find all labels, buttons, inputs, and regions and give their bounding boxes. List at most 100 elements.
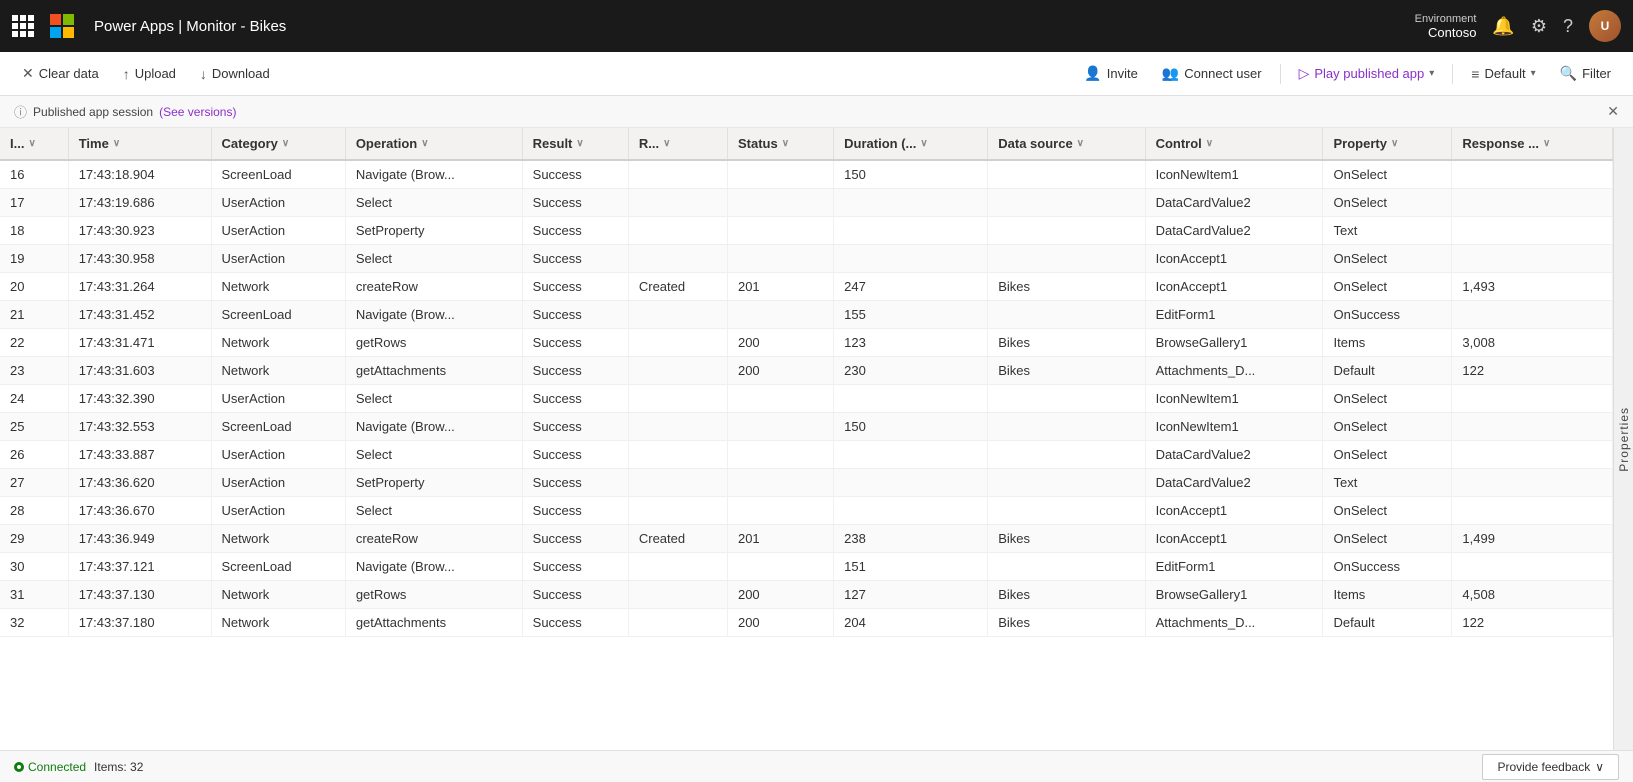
cell-time: 17:43:18.904	[68, 160, 211, 189]
connected-label: Connected	[28, 760, 86, 774]
col-id[interactable]: I...∨	[0, 128, 68, 160]
cell-operation: Navigate (Brow...	[345, 301, 522, 329]
cell-control: BrowseGallery1	[1145, 581, 1323, 609]
settings-icon-btn[interactable]: ⚙	[1531, 16, 1547, 37]
status-bar: Connected Items: 32 Provide feedback ∨	[0, 750, 1633, 782]
table-row[interactable]: 2417:43:32.390UserActionSelectSuccessIco…	[0, 385, 1613, 413]
table-row[interactable]: 2117:43:31.452ScreenLoadNavigate (Brow..…	[0, 301, 1613, 329]
clear-data-button[interactable]: ✕ Clear data	[12, 60, 109, 87]
cell-control: IconAccept1	[1145, 245, 1323, 273]
help-icon-btn[interactable]: ?	[1563, 16, 1573, 37]
data-table-container[interactable]: I...∨ Time∨ Category∨ Operation∨ Result∨…	[0, 128, 1613, 750]
cell-id: 30	[0, 553, 68, 581]
provide-feedback-button[interactable]: Provide feedback ∨	[1482, 754, 1619, 780]
col-response[interactable]: Response ...∨	[1452, 128, 1613, 160]
table-row[interactable]: 3117:43:37.130NetworkgetRowsSuccess20012…	[0, 581, 1613, 609]
table-row[interactable]: 2317:43:31.603NetworkgetAttachmentsSucce…	[0, 357, 1613, 385]
cell-status	[727, 385, 833, 413]
cell-control: IconAccept1	[1145, 273, 1323, 301]
cell-time: 17:43:31.264	[68, 273, 211, 301]
cell-duration	[834, 189, 988, 217]
cell-property: OnSelect	[1323, 497, 1452, 525]
cell-property: OnSelect	[1323, 273, 1452, 301]
cell-duration	[834, 245, 988, 273]
filter-button[interactable]: 🔍 Filter	[1550, 60, 1621, 87]
table-row[interactable]: 1817:43:30.923UserActionSetPropertySucce…	[0, 217, 1613, 245]
table-row[interactable]: 2217:43:31.471NetworkgetRowsSuccess20012…	[0, 329, 1613, 357]
cell-property: Default	[1323, 357, 1452, 385]
cell-operation: SetProperty	[345, 469, 522, 497]
download-button[interactable]: ↓ Download	[190, 61, 280, 87]
cell-result: Success	[522, 441, 628, 469]
cell-datasource	[988, 469, 1145, 497]
col-time[interactable]: Time∨	[68, 128, 211, 160]
table-row[interactable]: 2817:43:36.670UserActionSelectSuccessIco…	[0, 497, 1613, 525]
feedback-chevron-icon: ∨	[1595, 760, 1604, 774]
cell-operation: Select	[345, 189, 522, 217]
toolbar-right: 👤 Invite 👥 Connect user ▷ Play published…	[1074, 60, 1621, 87]
col-duration[interactable]: Duration (...∨	[834, 128, 988, 160]
table-row[interactable]: 1617:43:18.904ScreenLoadNavigate (Brow..…	[0, 160, 1613, 189]
default-button[interactable]: ≡ Default ▾	[1461, 61, 1545, 87]
invite-button[interactable]: 👤 Invite	[1074, 60, 1148, 87]
table-row[interactable]: 2917:43:36.949NetworkcreateRowSuccessCre…	[0, 525, 1613, 553]
cell-operation: Navigate (Brow...	[345, 553, 522, 581]
col-result[interactable]: Result∨	[522, 128, 628, 160]
cell-status: 201	[727, 273, 833, 301]
table-row[interactable]: 2617:43:33.887UserActionSelectSuccessDat…	[0, 441, 1613, 469]
cell-control: IconNewItem1	[1145, 413, 1323, 441]
cell-operation: getRows	[345, 329, 522, 357]
cell-property: Text	[1323, 217, 1452, 245]
cell-control: IconNewItem1	[1145, 385, 1323, 413]
connect-user-button[interactable]: 👥 Connect user	[1152, 60, 1272, 87]
cell-property: OnSelect	[1323, 413, 1452, 441]
waffle-icon[interactable]	[12, 15, 34, 37]
notification-icon-btn[interactable]: 🔔	[1492, 16, 1514, 37]
cell-status	[727, 469, 833, 497]
cell-id: 22	[0, 329, 68, 357]
play-published-app-button[interactable]: ▷ Play published app ▾	[1289, 60, 1445, 87]
info-close-button[interactable]: ✕	[1607, 103, 1619, 120]
cell-operation: Navigate (Brow...	[345, 160, 522, 189]
connection-status: Connected	[14, 760, 86, 774]
col-category[interactable]: Category∨	[211, 128, 345, 160]
cell-operation: createRow	[345, 525, 522, 553]
feedback-label: Provide feedback	[1497, 760, 1590, 774]
properties-panel[interactable]: Properties	[1613, 128, 1633, 750]
cell-id: 21	[0, 301, 68, 329]
cell-property: OnSelect	[1323, 160, 1452, 189]
col-r[interactable]: R...∨	[628, 128, 727, 160]
cell-duration: 123	[834, 329, 988, 357]
avatar[interactable]: U	[1589, 10, 1621, 42]
cell-duration: 238	[834, 525, 988, 553]
cell-response	[1452, 160, 1613, 189]
cell-category: Network	[211, 581, 345, 609]
cell-r	[628, 217, 727, 245]
cell-datasource	[988, 553, 1145, 581]
table-row[interactable]: 2517:43:32.553ScreenLoadNavigate (Brow..…	[0, 413, 1613, 441]
col-property[interactable]: Property∨	[1323, 128, 1452, 160]
cell-control: EditForm1	[1145, 553, 1323, 581]
col-control[interactable]: Control∨	[1145, 128, 1323, 160]
cell-control: IconAccept1	[1145, 525, 1323, 553]
table-row[interactable]: 1917:43:30.958UserActionSelectSuccessIco…	[0, 245, 1613, 273]
cell-status: 200	[727, 609, 833, 637]
col-status[interactable]: Status∨	[727, 128, 833, 160]
see-versions-link[interactable]: (See versions)	[159, 105, 236, 119]
cell-datasource: Bikes	[988, 329, 1145, 357]
table-row[interactable]: 2717:43:36.620UserActionSetPropertySucce…	[0, 469, 1613, 497]
table-row[interactable]: 2017:43:31.264NetworkcreateRowSuccessCre…	[0, 273, 1613, 301]
cell-result: Success	[522, 217, 628, 245]
col-operation[interactable]: Operation∨	[345, 128, 522, 160]
cell-operation: Select	[345, 441, 522, 469]
col-datasource[interactable]: Data source∨	[988, 128, 1145, 160]
cell-time: 17:43:36.949	[68, 525, 211, 553]
table-row[interactable]: 3217:43:37.180NetworkgetAttachmentsSucce…	[0, 609, 1613, 637]
upload-button[interactable]: ↑ Upload	[113, 61, 186, 87]
cell-control: Attachments_D...	[1145, 357, 1323, 385]
cell-datasource	[988, 189, 1145, 217]
cell-time: 17:43:36.620	[68, 469, 211, 497]
env-label: Environment	[1415, 13, 1477, 25]
table-row[interactable]: 1717:43:19.686UserActionSelectSuccessDat…	[0, 189, 1613, 217]
table-row[interactable]: 3017:43:37.121ScreenLoadNavigate (Brow..…	[0, 553, 1613, 581]
